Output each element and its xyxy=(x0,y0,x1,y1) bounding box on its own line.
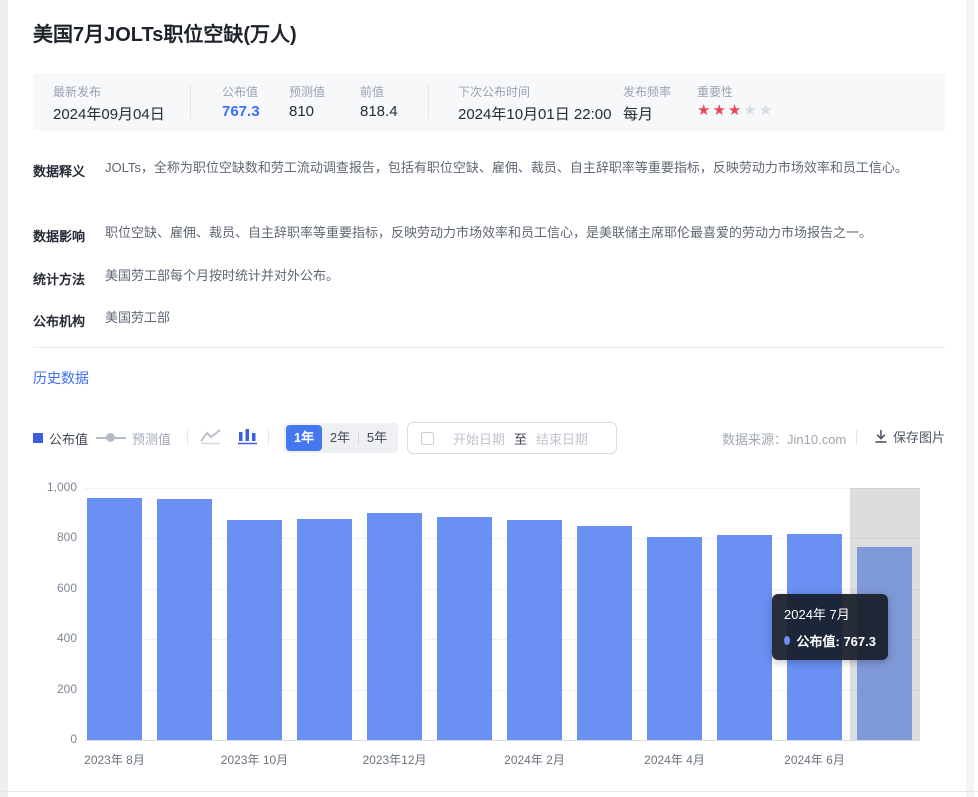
importance-label: 重要性 xyxy=(697,83,733,100)
bar-2024年 5月[interactable] xyxy=(717,535,772,740)
detail-text-definition: JOLTs，全称为职位空缺数和劳工流动调查报告，包括有职位空缺、雇佣、裁员、自主… xyxy=(105,154,947,182)
bar-2024年 2月[interactable] xyxy=(507,520,562,740)
importance-star-icons: ★★★★★ xyxy=(697,101,774,119)
bar-2023年 10月[interactable] xyxy=(227,520,282,740)
start-date-input[interactable]: 开始日期 xyxy=(448,429,510,448)
forecast-legend-dot[interactable] xyxy=(106,433,115,442)
latest-release-label: 最新发布 xyxy=(53,83,101,100)
published-legend-label[interactable]: 公布值 xyxy=(49,429,88,448)
detail-label-agency: 公布机构 xyxy=(33,311,85,330)
summary-divider xyxy=(428,85,429,119)
published-legend-swatch[interactable] xyxy=(33,433,43,443)
next-release-label: 下次公布时间 xyxy=(458,83,530,100)
forecast-value: 810 xyxy=(289,103,314,120)
page-right-margin xyxy=(974,0,978,797)
y-axis-tick-label: 400 xyxy=(25,631,77,645)
history-data-link[interactable]: 历史数据 xyxy=(33,368,89,388)
tab-2year[interactable]: 2年 xyxy=(322,425,358,451)
detail-label-method: 统计方法 xyxy=(33,269,85,288)
page-bottom-divider xyxy=(0,791,978,792)
page-left-margin xyxy=(0,0,8,797)
save-image-button[interactable]: 保存图片 xyxy=(874,427,945,446)
frequency-value: 每月 xyxy=(623,103,653,124)
detail-text-method: 美国劳工部每个月按时统计并对外公布。 xyxy=(105,262,947,290)
bar-2024年 4月[interactable] xyxy=(647,537,702,740)
date-range-to-label: 至 xyxy=(514,429,527,448)
summary-bar: 最新发布 2024年09月04日 公布值 767.3 预测值 810 前值 81… xyxy=(33,73,945,131)
download-icon xyxy=(874,429,888,444)
bar-2023年 8月[interactable] xyxy=(87,498,142,740)
y-axis-tick-label: 1,000 xyxy=(25,480,77,494)
save-image-label: 保存图片 xyxy=(893,427,945,446)
bar-2024年 1月[interactable] xyxy=(437,517,492,740)
frequency-label: 发布频率 xyxy=(623,83,671,100)
previous-label: 前值 xyxy=(360,83,384,100)
y-axis-tick-label: 200 xyxy=(25,682,77,696)
detail-label-definition: 数据释义 xyxy=(33,161,85,180)
tab-1year[interactable]: 1年 xyxy=(286,425,322,451)
bar-chart-icon[interactable] xyxy=(237,427,259,450)
y-axis-tick-label: 0 xyxy=(25,732,77,746)
grid-line xyxy=(85,740,920,741)
toolbar-divider xyxy=(187,430,188,445)
tooltip-title: 2024年 7月 xyxy=(784,604,876,623)
scrollbar-track[interactable] xyxy=(966,0,974,797)
calendar-icon xyxy=(421,432,434,445)
forecast-legend-label[interactable]: 预测值 xyxy=(132,429,171,448)
line-chart-icon[interactable] xyxy=(199,427,223,450)
star-empty-icon: ★ xyxy=(759,102,774,119)
star-filled-icon: ★ xyxy=(728,102,743,119)
y-axis-tick-label: 600 xyxy=(25,581,77,595)
detail-text-impact: 职位空缺、雇佣、裁员、自主辞职率等重要指标，反映劳动力市场效率和员工信心，是美联… xyxy=(105,219,947,247)
date-range-picker[interactable]: 开始日期 至 结束日期 xyxy=(407,422,617,454)
toolbar-divider xyxy=(268,430,269,445)
detail-text-agency: 美国劳工部 xyxy=(105,304,947,332)
range-tab-group: 1年 2年 5年 xyxy=(284,423,398,453)
star-empty-icon: ★ xyxy=(743,102,758,119)
detail-label-impact: 数据影响 xyxy=(33,226,85,245)
x-axis-tick-label: 2024年 4月 xyxy=(605,751,745,768)
tab-5year[interactable]: 5年 xyxy=(359,425,395,451)
bar-2023年 11月[interactable] xyxy=(297,519,352,741)
y-axis-tick-label: 800 xyxy=(25,530,77,544)
published-value: 767.3 xyxy=(222,103,260,120)
toolbar-divider xyxy=(856,430,857,445)
end-date-input[interactable]: 结束日期 xyxy=(531,429,593,448)
star-filled-icon: ★ xyxy=(697,102,712,119)
x-axis-tick-label: 2023年12月 xyxy=(325,751,465,768)
forecast-label: 预测值 xyxy=(289,83,325,100)
x-axis-tick-label: 2023年 8月 xyxy=(45,751,185,768)
page-title: 美国7月JOLTs职位空缺(万人) xyxy=(33,18,297,47)
star-filled-icon: ★ xyxy=(712,102,727,119)
x-axis-tick-label: 2023年 10月 xyxy=(185,751,325,768)
latest-release-date: 2024年09月04日 xyxy=(53,103,165,124)
x-axis-tick-label: 2024年 6月 xyxy=(745,751,885,768)
chart-tooltip: 2024年 7月 公布值: 767.3 xyxy=(772,594,888,660)
section-divider xyxy=(33,347,945,348)
tooltip-series-value: 公布值: 767.3 xyxy=(797,631,876,650)
x-axis-tick-label: 2024年 2月 xyxy=(465,751,605,768)
published-label: 公布值 xyxy=(222,83,258,100)
tooltip-series-dot-icon xyxy=(784,636,790,645)
bar-2023年 9月[interactable] xyxy=(157,499,212,740)
summary-divider xyxy=(190,85,191,119)
previous-value: 818.4 xyxy=(360,103,398,120)
bar-2024年 3月[interactable] xyxy=(577,526,632,740)
next-release-time: 2024年10月01日 22:00 xyxy=(458,103,611,124)
bar-2023年12月[interactable] xyxy=(367,513,422,740)
data-source-label: 数据来源：Jin10.com xyxy=(722,429,846,448)
